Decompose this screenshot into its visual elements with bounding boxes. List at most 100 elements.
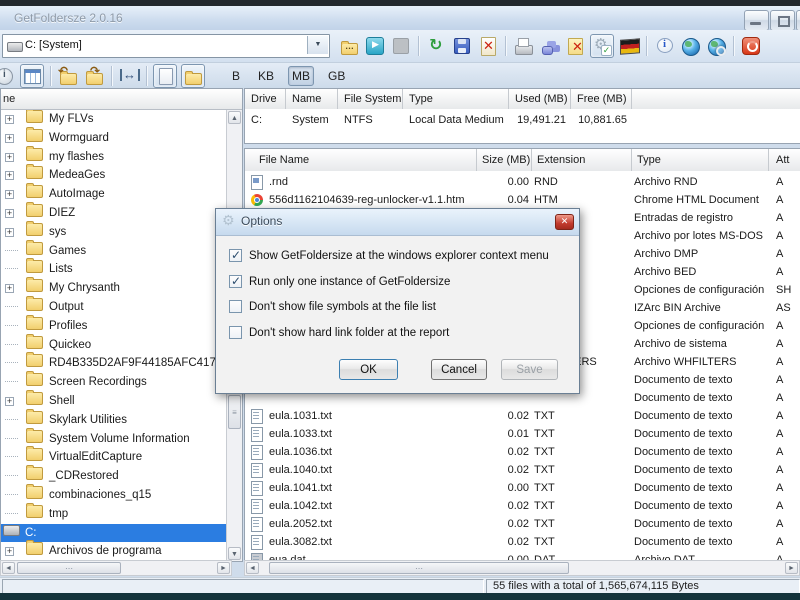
browse-folder-icon[interactable]: [338, 35, 360, 57]
scroll-up-icon[interactable]: ▲: [228, 111, 241, 124]
minimize-button[interactable]: [744, 10, 769, 31]
file-horizontal-scrollbar[interactable]: ◄ ⋯ ►: [244, 560, 800, 576]
tree-item[interactable]: + MedeaGes: [1, 164, 227, 185]
combo-dropdown-button[interactable]: ▼: [307, 36, 328, 54]
scroll-right-icon[interactable]: ►: [785, 562, 798, 574]
tree-item[interactable]: + Archivos de programa: [1, 540, 227, 561]
title-bar[interactable]: GetFoldersze 2.0.16: [0, 6, 800, 31]
tree-item[interactable]: Games: [1, 239, 227, 261]
tree-item[interactable]: Output: [1, 295, 227, 317]
refresh-icon[interactable]: [425, 35, 447, 57]
drive-col-header[interactable]: Total (MB): [632, 89, 800, 109]
drive-col-header[interactable]: File System: [338, 89, 403, 109]
show-folders-icon[interactable]: [181, 63, 205, 88]
drive-col-header[interactable]: Used (MB): [509, 89, 571, 109]
tree-item[interactable]: RD4B335D2AF9F44185AFC417: [1, 352, 227, 373]
tree-hscroll-thumb[interactable]: ⋯: [17, 562, 121, 574]
file-col-header[interactable]: File Name: [245, 149, 477, 171]
delete-file-icon[interactable]: [477, 35, 499, 57]
tree-horizontal-scrollbar[interactable]: ◄ ⋯ ►: [0, 560, 232, 576]
tree-item[interactable]: + DIEZ: [1, 201, 227, 223]
drive-col-header[interactable]: Drive: [245, 89, 286, 109]
file-col-header[interactable]: Extension: [532, 149, 632, 171]
dialog-close-button[interactable]: ✕: [555, 214, 574, 230]
fit-columns-icon[interactable]: [118, 65, 140, 87]
show-files-icon[interactable]: [153, 63, 177, 88]
tree-item[interactable]: Profiles: [1, 314, 227, 336]
expand-plus-icon[interactable]: +: [5, 133, 14, 143]
tree-item[interactable]: Screen Recordings: [1, 371, 227, 392]
tree-vscroll-thumb[interactable]: ≡: [228, 395, 241, 429]
checkbox-unchecked[interactable]: [229, 300, 242, 313]
tree-item[interactable]: + Wormguard: [1, 126, 227, 148]
maximize-button[interactable]: [770, 10, 795, 31]
check-updates-icon[interactable]: [705, 35, 727, 57]
file-col-header[interactable]: Type: [632, 149, 769, 171]
file-row[interactable]: eula.2052.txt 0.02 TXT Documento de texto A: [245, 515, 800, 533]
tree-item[interactable]: + My Chrysanth: [1, 277, 227, 298]
expand-plus-icon[interactable]: +: [5, 284, 14, 294]
clear-list-icon[interactable]: [564, 35, 586, 57]
tree-item[interactable]: combinaciones_q15: [1, 483, 227, 505]
file-col-header[interactable]: Size (MB): [477, 149, 532, 171]
start-scan-icon[interactable]: [364, 35, 386, 57]
exit-icon[interactable]: [740, 35, 762, 57]
tree-item[interactable]: + AutoImage: [1, 183, 227, 204]
expand-plus-icon[interactable]: +: [5, 152, 14, 162]
checkbox-checked[interactable]: [229, 274, 242, 288]
report-view-icon[interactable]: [20, 63, 44, 88]
drive-row[interactable]: C: System NTFS Local Data Medium 19,491.21 10…: [245, 110, 800, 130]
unit-kb-button[interactable]: KB: [254, 66, 278, 86]
unit-mb-button[interactable]: MB: [288, 65, 315, 86]
expand-plus-icon[interactable]: +: [5, 115, 14, 124]
scroll-right-icon[interactable]: ►: [217, 562, 230, 574]
language-german-icon[interactable]: [618, 35, 640, 57]
unit-gb-button[interactable]: GB: [324, 66, 349, 86]
option-row[interactable]: Show GetFoldersize at the windows explor…: [229, 248, 569, 264]
file-row[interactable]: eula.1042.txt 0.02 TXT Documento de texto A: [245, 497, 800, 515]
cancel-button[interactable]: Cancel: [431, 359, 487, 380]
print-icon[interactable]: [512, 35, 534, 57]
checkbox-unchecked[interactable]: [229, 325, 242, 339]
file-row[interactable]: eula.1036.txt 0.02 TXT Documento de texto A: [245, 443, 800, 461]
tree-item[interactable]: + My FLVs: [1, 110, 227, 129]
tree-item[interactable]: System Volume Information: [1, 427, 227, 449]
folder-back-icon[interactable]: [57, 64, 79, 87]
file-row[interactable]: eula.3082.txt 0.02 TXT Documento de texto A: [245, 533, 800, 551]
file-row[interactable]: 556d1162104639-reg-unlocker-v1.1.htm 0.04…: [245, 191, 800, 209]
pie-info-icon[interactable]: [0, 65, 16, 87]
drive-combo[interactable]: C: [System] ▼: [2, 34, 330, 58]
file-hscroll-thumb[interactable]: ⋯: [269, 562, 569, 574]
save-report-icon[interactable]: [451, 35, 473, 57]
file-row[interactable]: .rnd 0.00 RND Archivo RND A: [245, 173, 800, 191]
expand-plus-icon[interactable]: +: [5, 396, 14, 406]
option-row[interactable]: Run only one instance of GetFoldersize: [229, 274, 569, 290]
checkbox-checked[interactable]: [229, 248, 242, 262]
tree-item[interactable]: _CDRestored: [1, 465, 227, 486]
scroll-left-icon[interactable]: ◄: [246, 562, 259, 574]
copy-icon[interactable]: [538, 35, 560, 57]
options-icon[interactable]: [590, 34, 614, 58]
tree-item[interactable]: + Shell: [1, 389, 227, 411]
drive-col-header[interactable]: Type: [403, 89, 509, 109]
expand-plus-icon[interactable]: +: [5, 547, 14, 557]
tree-item[interactable]: Skylark Utilities: [1, 408, 227, 430]
expand-plus-icon[interactable]: +: [5, 190, 14, 200]
expand-plus-icon[interactable]: +: [5, 171, 14, 181]
tree-item[interactable]: + sys: [1, 220, 227, 242]
tree-item[interactable]: tmp: [1, 502, 227, 524]
unit-b-button[interactable]: B: [228, 66, 244, 86]
expand-plus-icon[interactable]: +: [5, 227, 14, 237]
option-row[interactable]: Don't show file symbols at the file list: [229, 300, 569, 315]
folder-forward-icon[interactable]: [83, 64, 105, 87]
about-icon[interactable]: [653, 35, 675, 57]
option-row[interactable]: Don't show hard link folder at the repor…: [229, 325, 569, 341]
drive-col-header[interactable]: Free (MB): [571, 89, 632, 109]
homepage-icon[interactable]: [679, 35, 701, 57]
tree-item[interactable]: Lists: [1, 258, 227, 279]
ok-button[interactable]: OK: [339, 359, 398, 380]
expand-plus-icon[interactable]: +: [5, 208, 14, 218]
file-col-header[interactable]: Att: [769, 149, 800, 171]
tree-item[interactable]: Quickeo: [1, 333, 227, 355]
stop-scan-icon[interactable]: [390, 35, 412, 57]
